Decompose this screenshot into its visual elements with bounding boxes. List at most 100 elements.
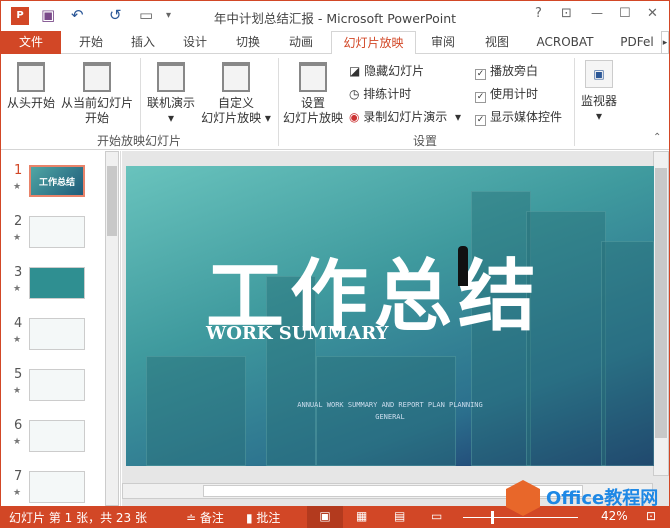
label: 排练计时 [363, 87, 412, 101]
use-timings-checkbox[interactable]: ✓ 使用计时 [475, 85, 538, 103]
slide-thumbnail[interactable] [29, 267, 85, 299]
slide-thumbnail[interactable] [29, 369, 85, 401]
zoom-slider-thumb[interactable] [491, 511, 494, 524]
from-current-button[interactable]: 从当前幻灯片 开始 [59, 62, 135, 126]
collapse-ribbon-icon[interactable]: ⌃ [653, 132, 661, 143]
play-from-start-icon [17, 62, 45, 92]
comments-button[interactable]: ▮ 批注 [246, 509, 280, 526]
building-graphic [601, 241, 654, 466]
slide-thumbnail[interactable]: 工作总结 [29, 165, 85, 197]
slide-thumbnails-panel: 1 ★ 工作总结 2 ★ 3 ★ 4 ★ 5 ★ 6 ★ 7 ★ [1, 151, 121, 506]
maximize-button[interactable]: ☐ [619, 6, 631, 21]
scroll-thumb[interactable] [107, 166, 117, 236]
from-beginning-button[interactable]: 从头开始 [6, 62, 56, 111]
slide-number: 6 [14, 418, 23, 433]
tab-view[interactable]: 视图 [475, 31, 519, 54]
businessman-figure-icon [458, 246, 468, 286]
tab-file[interactable]: 文件 [1, 31, 61, 54]
slide-canvas[interactable]: 工作总结 WORK SUMMARY ANNUAL WORK SUMMARY AN… [126, 166, 654, 466]
label: 设置 [300, 96, 325, 110]
animation-star-icon: ★ [13, 284, 22, 294]
divider [278, 58, 279, 146]
label: 批注 [256, 511, 281, 525]
scroll-thumb[interactable] [655, 168, 667, 438]
animation-star-icon: ★ [13, 182, 22, 192]
label: 播放旁白 [490, 64, 539, 78]
slide-subtitle: WORK SUMMARY [206, 323, 389, 344]
vertical-scrollbar[interactable] [653, 151, 669, 476]
custom-slideshow-icon [222, 62, 250, 92]
ribbon-display-button[interactable]: ⊡ [561, 6, 572, 21]
play-from-current-icon [83, 62, 111, 92]
building-graphic [146, 356, 246, 466]
label: 从头开始 [6, 96, 55, 110]
slide-number: 7 [14, 469, 23, 484]
custom-slideshow-button[interactable]: 自定义 幻灯片放映 ▾ [199, 62, 273, 126]
tab-home[interactable]: 开始 [69, 31, 113, 54]
record-icon: ◉ [349, 110, 364, 124]
globe-presentation-icon [157, 62, 185, 92]
play-narrations-checkbox[interactable]: ✓ 播放旁白 [475, 62, 538, 80]
hide-slide-button[interactable]: ◪ 隐藏幻灯片 [349, 62, 424, 79]
slide-sorter-button[interactable]: ▦ [356, 509, 367, 523]
label: 自定义 [217, 96, 254, 110]
tab-review[interactable]: 审阅 [421, 31, 465, 54]
checkbox-checked-icon: ✓ [475, 92, 486, 103]
thumbnail-scrollbar[interactable] [105, 151, 119, 506]
tab-pdfelement[interactable]: PDFel [613, 31, 661, 54]
slide-thumbnail[interactable] [29, 216, 85, 248]
ribbon: 从头开始 从当前幻灯片 开始 联机演示 ▾ 自定义 幻灯片放映 ▾ 开始放映幻灯片 设… [1, 54, 669, 150]
slideshow-view-button[interactable]: ▭ [431, 509, 442, 523]
slide-count: 幻灯片 第 1 张，共 23 张 [9, 511, 147, 525]
minimize-button[interactable]: — [591, 6, 603, 20]
slide-tagline-2: GENERAL [375, 413, 405, 421]
record-slideshow-button[interactable]: ◉ 录制幻灯片演示 ▾ [349, 108, 461, 125]
label: 隐藏幻灯片 [364, 64, 425, 78]
building-graphic [316, 356, 456, 466]
label: 使用计时 [490, 87, 539, 101]
label: 显示媒体控件 [490, 110, 563, 124]
slide-number: 1 [14, 163, 23, 178]
watermark-text: Office教程网 [546, 488, 659, 509]
checkbox-checked-icon: ✓ [475, 69, 486, 80]
setup-slideshow-button[interactable]: 设置 幻灯片放映 [281, 62, 345, 126]
stopwatch-icon: ◷ [349, 87, 364, 101]
tab-transitions[interactable]: 切换 [226, 31, 270, 54]
slide-number: 4 [14, 316, 23, 331]
monitor-icon: ▣ [585, 60, 613, 88]
present-online-button[interactable]: 联机演示 ▾ [145, 62, 197, 126]
animation-star-icon: ★ [13, 233, 22, 243]
label: 监视器 [580, 94, 617, 108]
tab-animations[interactable]: 动画 [279, 31, 323, 54]
label: 联机演示 [146, 96, 195, 110]
normal-view-button[interactable]: ▣ [307, 506, 343, 528]
notes-icon: ≐ [186, 511, 200, 525]
tab-slideshow[interactable]: 幻灯片放映 [331, 31, 416, 55]
group-label-start: 开始放映幻灯片 [97, 134, 182, 148]
rehearse-timings-button[interactable]: ◷ 排练计时 [349, 85, 411, 102]
show-media-controls-checkbox[interactable]: ✓ 显示媒体控件 [475, 108, 562, 126]
help-button[interactable]: ? [535, 6, 542, 21]
notes-button[interactable]: ≐ 备注 [186, 509, 224, 526]
checkbox-checked-icon: ✓ [475, 115, 486, 126]
slide-thumbnail[interactable] [29, 420, 85, 452]
animation-star-icon: ★ [13, 437, 22, 447]
tab-acrobat[interactable]: ACROBAT [529, 31, 601, 54]
reading-view-button[interactable]: ▤ [394, 509, 405, 523]
label: 从当前幻灯片 [60, 96, 133, 110]
setup-slideshow-icon [299, 62, 327, 92]
tab-scroll-right-icon[interactable]: ▸ [661, 31, 669, 54]
label: 录制幻灯片演示 [363, 110, 448, 124]
divider [574, 58, 575, 146]
slide-thumbnail[interactable] [29, 318, 85, 350]
slide-tagline: ANNUAL WORK SUMMARY AND REPORT PLAN PLAN… [297, 401, 483, 409]
slide-number: 5 [14, 367, 23, 382]
monitor-button[interactable]: ▣ 监视器 ▾ [579, 60, 619, 124]
animation-star-icon: ★ [13, 386, 22, 396]
slide-thumbnail[interactable] [29, 471, 85, 503]
label: 幻灯片放映 [282, 111, 343, 125]
animation-star-icon: ★ [13, 335, 22, 345]
tab-design[interactable]: 设计 [173, 31, 217, 54]
tab-insert[interactable]: 插入 [121, 31, 165, 54]
close-button[interactable]: ✕ [647, 6, 658, 21]
